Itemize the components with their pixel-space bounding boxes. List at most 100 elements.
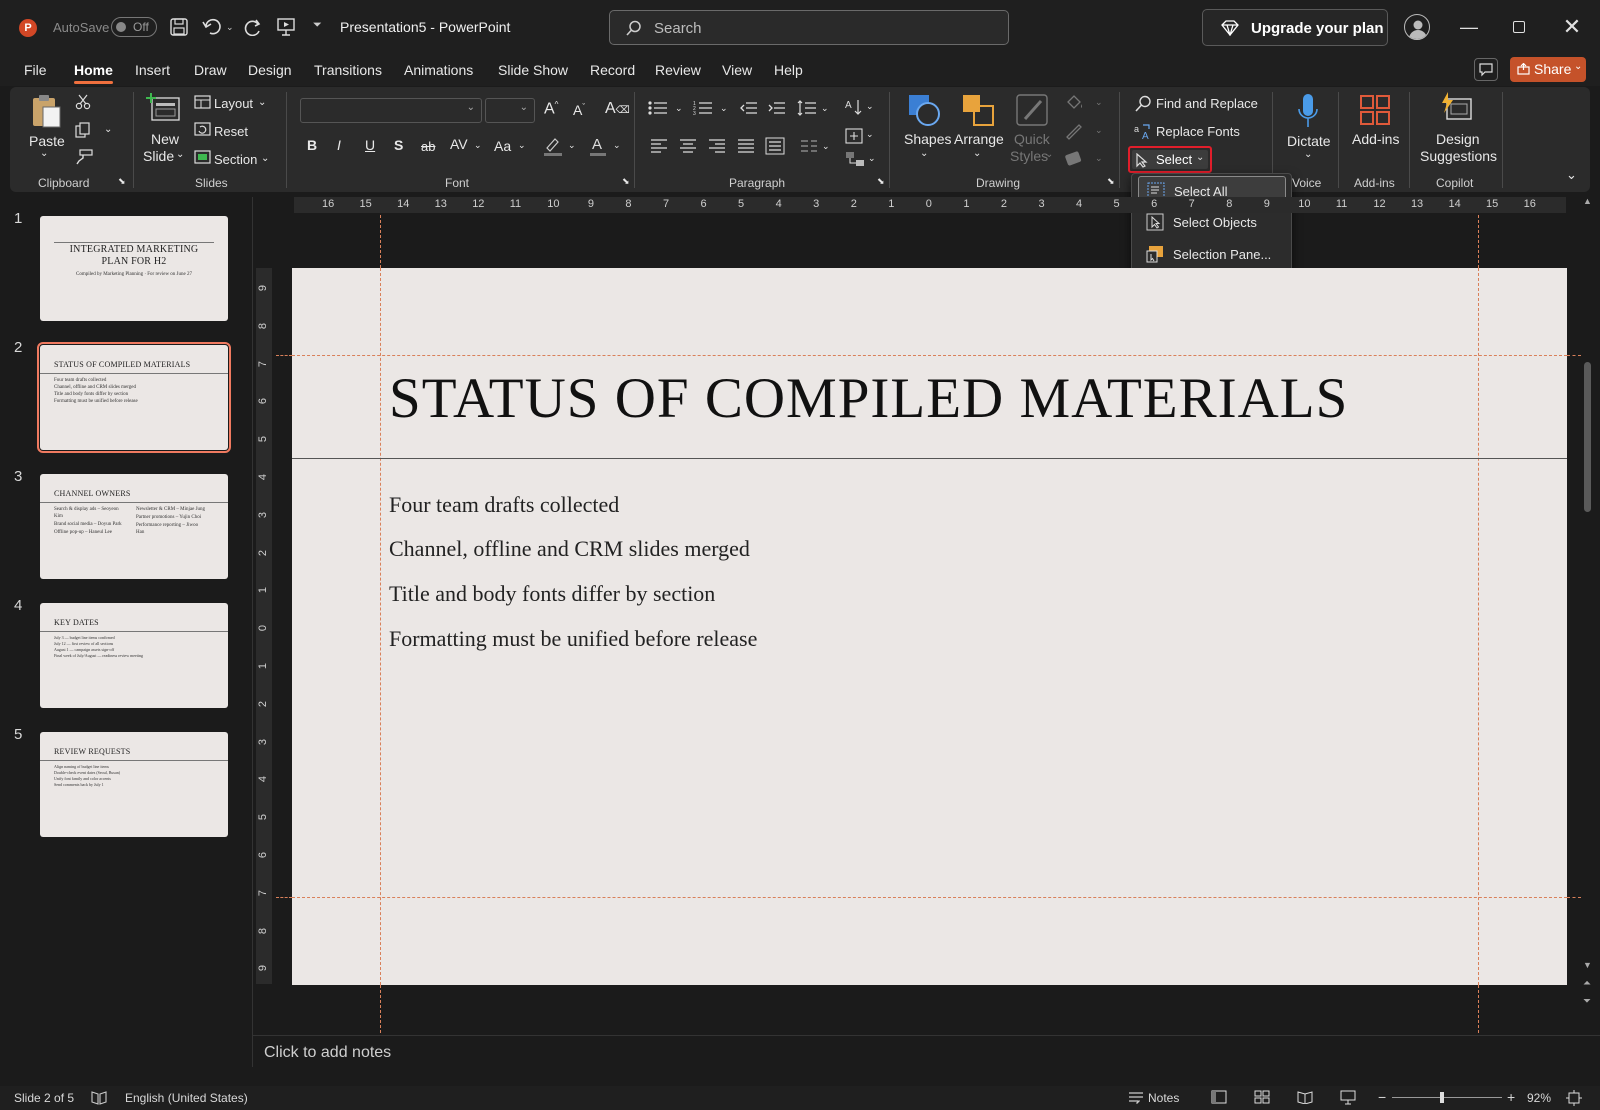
slide-thumbnail-3[interactable]: Channel Owners Search & display ads – Se… — [40, 474, 228, 579]
align-left-icon[interactable] — [650, 139, 668, 153]
collapse-ribbon-icon[interactable]: ⌄ — [1566, 167, 1577, 183]
quick-styles-label-1[interactable]: Quick — [1014, 131, 1050, 147]
cut-icon[interactable] — [75, 94, 91, 110]
justify-icon[interactable] — [737, 139, 755, 153]
shape-fill-icon[interactable] — [1064, 94, 1084, 112]
section-icon[interactable] — [194, 150, 211, 164]
new-slide-icon[interactable] — [146, 93, 180, 123]
quick-styles-label-2[interactable]: Styles — [1010, 148, 1048, 164]
next-slide-icon[interactable]: ⏷ — [1583, 996, 1591, 1007]
new-slide-label-1[interactable]: New — [151, 131, 179, 147]
tab-design[interactable]: Design — [248, 62, 292, 78]
numbering-chevron-icon[interactable]: ⌄ — [720, 103, 728, 114]
arrange-icon[interactable] — [961, 93, 995, 127]
layout-chevron-icon[interactable]: ⌄ — [258, 97, 266, 108]
search-box[interactable]: Search — [609, 10, 1009, 45]
save-icon[interactable] — [170, 18, 188, 36]
section-label[interactable]: Section — [214, 152, 257, 167]
bullets-chevron-icon[interactable]: ⌄ — [675, 103, 683, 114]
highlight-color-icon[interactable] — [543, 136, 563, 156]
vertical-ruler[interactable]: 9 8 7 6 5 4 3 2 1 0 1 2 3 4 5 6 7 8 9 — [256, 268, 272, 984]
character-spacing-icon[interactable]: AV — [450, 136, 468, 152]
columns-chevron-icon[interactable]: ⌄ — [822, 141, 830, 152]
smartart-chevron-icon[interactable]: ⌄ — [868, 153, 876, 164]
zoom-level[interactable]: 92% — [1527, 1091, 1551, 1105]
slide-title[interactable]: Status of Compiled Materials — [389, 366, 1348, 431]
text-direction-chevron-icon[interactable]: ⌄ — [866, 101, 874, 112]
scroll-down-icon[interactable]: ▼ — [1583, 960, 1592, 970]
distributed-icon[interactable] — [765, 137, 785, 155]
align-text-icon[interactable] — [845, 128, 863, 144]
increase-indent-icon[interactable] — [768, 100, 786, 116]
slide-thumbnail-5[interactable]: Review Requests Align naming of budget l… — [40, 732, 228, 837]
zoom-slider-thumb[interactable] — [1440, 1092, 1444, 1103]
tab-draw[interactable]: Draw — [194, 62, 227, 78]
redo-icon[interactable] — [243, 18, 263, 36]
decrease-indent-icon[interactable] — [740, 100, 758, 116]
design-suggestions-label-2[interactable]: Suggestions — [1420, 148, 1497, 164]
copy-icon[interactable] — [75, 122, 91, 138]
drawing-dialog-launcher-icon[interactable]: ⬊ — [1107, 176, 1115, 187]
align-right-icon[interactable] — [708, 139, 726, 153]
paste-label[interactable]: Paste — [29, 133, 65, 149]
strikethrough-icon[interactable]: ab — [421, 139, 435, 154]
undo-dropdown-icon[interactable]: ⌄ — [226, 22, 234, 33]
dictate-label[interactable]: Dictate — [1287, 133, 1331, 149]
layout-label[interactable]: Layout — [214, 96, 253, 111]
slide-sorter-icon[interactable] — [1254, 1090, 1270, 1104]
shape-outline-icon[interactable] — [1064, 122, 1084, 140]
paste-chevron-icon[interactable]: ⌄ — [40, 148, 48, 159]
present-from-start-icon[interactable] — [277, 18, 295, 36]
font-color-chevron-icon[interactable]: ⌄ — [613, 140, 621, 151]
find-and-replace-label[interactable]: Find and Replace — [1156, 96, 1258, 111]
slide-thumbnail-4[interactable]: Key Dates July 3 — budget line items con… — [40, 603, 228, 708]
paste-icon[interactable] — [30, 93, 62, 129]
select-button[interactable]: Select ⌄ — [1128, 146, 1212, 173]
upgrade-plan-button[interactable]: Upgrade your plan — [1202, 9, 1388, 46]
clipboard-dialog-launcher-icon[interactable]: ⬊ — [118, 176, 126, 187]
align-center-icon[interactable] — [679, 139, 697, 153]
undo-icon[interactable] — [202, 18, 222, 36]
zoom-in-icon[interactable]: + — [1507, 1089, 1515, 1105]
scroll-up-icon[interactable]: ▲ — [1583, 196, 1592, 206]
change-case-chevron-icon[interactable]: ⌄ — [518, 140, 526, 151]
notes-toggle-label[interactable]: Notes — [1148, 1091, 1179, 1105]
accessibility-icon[interactable] — [91, 1091, 107, 1105]
numbering-icon[interactable]: 123 — [693, 100, 713, 116]
slide-bullet-3[interactable]: Title and body fonts differ by section — [389, 581, 715, 607]
add-ins-icon[interactable] — [1360, 95, 1390, 125]
clear-formatting-icon[interactable]: A⌫ — [605, 100, 630, 118]
shape-outline-chevron-icon[interactable]: ⌄ — [1095, 125, 1103, 136]
design-ideas-icon[interactable] — [1439, 91, 1473, 125]
previous-slide-icon[interactable]: ⏶ — [1583, 978, 1591, 989]
slide-thumbnail-1[interactable]: Integrated Marketing Plan for H2 Compile… — [40, 216, 228, 321]
notes-pane[interactable]: Click to add notes — [252, 1035, 1600, 1065]
language-indicator[interactable]: English (United States) — [125, 1091, 248, 1105]
minimize-icon[interactable]: — — [1457, 17, 1481, 39]
tab-review[interactable]: Review — [655, 62, 701, 78]
comments-button[interactable] — [1474, 58, 1498, 81]
microphone-icon[interactable] — [1297, 93, 1319, 129]
tab-help[interactable]: Help — [774, 62, 803, 78]
notes-toggle-icon[interactable] — [1128, 1091, 1144, 1105]
shapes-icon[interactable] — [907, 93, 941, 127]
tab-slide-show[interactable]: Slide Show — [498, 62, 568, 78]
fit-to-window-icon[interactable] — [1566, 1090, 1582, 1106]
shapes-label[interactable]: Shapes — [904, 131, 951, 147]
columns-icon[interactable] — [800, 139, 818, 153]
slide-canvas[interactable]: Status of Compiled Materials Four team d… — [292, 268, 1567, 985]
zoom-slider[interactable] — [1392, 1092, 1502, 1103]
pane-divider[interactable] — [252, 197, 253, 1067]
autosave-toggle[interactable]: Off — [111, 17, 157, 37]
tab-transitions[interactable]: Transitions — [314, 62, 382, 78]
maximize-icon[interactable] — [1513, 21, 1525, 33]
arrange-label[interactable]: Arrange — [954, 131, 1004, 147]
replace-fonts-icon[interactable]: aA — [1134, 122, 1154, 140]
reset-label[interactable]: Reset — [214, 124, 248, 139]
tab-home[interactable]: Home — [74, 62, 113, 84]
change-case-icon[interactable]: Aa — [494, 138, 511, 154]
shape-effects-icon[interactable] — [1064, 150, 1084, 166]
shapes-chevron-icon[interactable]: ⌄ — [920, 148, 928, 159]
customize-toolbar-icon[interactable]: ⏷ — [313, 19, 322, 32]
paragraph-dialog-launcher-icon[interactable]: ⬊ — [877, 176, 885, 187]
